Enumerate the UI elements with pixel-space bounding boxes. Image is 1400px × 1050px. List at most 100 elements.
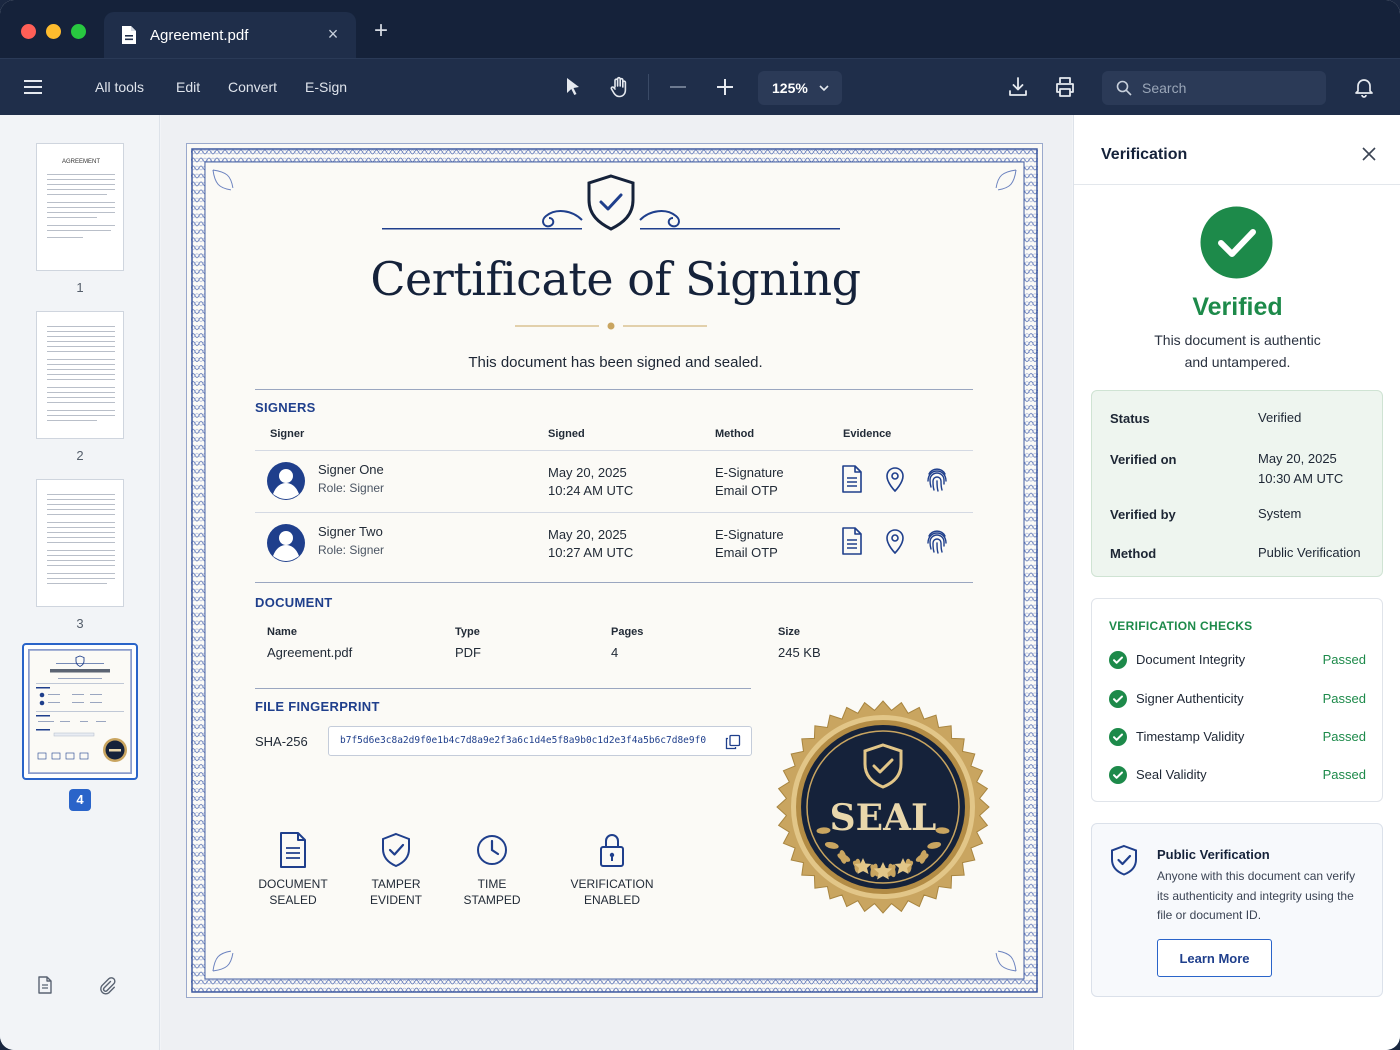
verified-check-icon [1200,206,1273,279]
feature-line1: TIME [477,877,507,891]
menu-all-tools[interactable]: All tools [95,79,144,95]
shield-check-icon [382,832,410,868]
section-rule [255,389,973,390]
thumb-number: 3 [76,616,84,631]
signing-method: E-Signature [715,465,784,480]
print-icon[interactable] [1053,75,1077,99]
zoom-out-icon[interactable] [666,75,690,99]
attachment-paperclip-icon[interactable] [97,975,117,995]
document-evidence-icon[interactable] [840,527,864,555]
page-thumbnail-2[interactable] [36,311,124,439]
menu-edit[interactable]: Edit [176,79,200,95]
col-signed: Signed [548,428,585,440]
signer-name: Signer Two [318,524,383,539]
toolbar: All tools Edit Convert E-Sign 125% [0,58,1400,115]
document-canvas[interactable]: Certificate of Signing This document has… [161,115,1072,1050]
cursor-select-icon[interactable] [561,75,585,99]
download-icon[interactable] [1006,75,1030,99]
section-rule [255,582,973,583]
doc-pages-label: Pages [611,626,644,638]
doc-type-label: Type [455,626,480,638]
thumb-number: 1 [76,280,84,295]
check-circle-icon [1109,728,1127,746]
doc-size-value: 245 KB [778,645,821,660]
signed-time: 10:27 AM UTC [548,545,634,560]
hand-pan-icon[interactable] [607,75,631,99]
check-status: Passed [1322,767,1366,782]
zoom-in-icon[interactable] [713,75,737,99]
status-details-card: Status Verified Verified on May 20, 2025… [1091,390,1383,577]
new-tab-icon[interactable]: + [370,19,392,43]
check-status: Passed [1322,691,1366,706]
signer-role: Role: Signer [318,543,385,557]
doc-pages-value: 4 [611,645,619,660]
public-verification-card: Public Verification Anyone with this doc… [1091,823,1383,997]
signer-name: Signer One [318,462,384,477]
hamburger-menu-icon[interactable] [22,77,44,97]
search-box [1102,71,1326,105]
avatar-icon [267,462,305,500]
hash-label: SHA-256 [255,734,308,749]
feature-line1: VERIFICATION [570,877,654,891]
window-maximize-button[interactable] [71,24,86,39]
certificate-title: Certificate of Signing [370,252,861,306]
menu-e-sign[interactable]: E-Sign [305,79,347,95]
table-rule [255,512,973,513]
bell-notification-icon[interactable] [1352,75,1376,99]
copy-icon[interactable] [725,734,741,750]
feature-time-stamped: TIME STAMPED [437,832,547,908]
feature-line2: STAMPED [463,893,521,907]
public-verification-title: Public Verification [1157,847,1270,862]
search-input[interactable] [1142,71,1317,105]
check-status: Passed [1322,729,1366,744]
hash-field[interactable]: b7f5d6e3c8a2d9f0e1b4c7d8a9e2f3a6c1d4e5f8… [328,726,752,756]
location-pin-icon[interactable] [883,465,907,493]
document-evidence-icon[interactable] [840,465,864,493]
chevron-down-icon [819,85,829,92]
signing-method-detail: Email OTP [715,545,778,560]
feature-line2: SEALED [269,893,317,907]
fingerprint-icon[interactable] [925,465,949,493]
verified-desc-line2: and untampered. [1184,354,1291,370]
window-close-button[interactable] [21,24,36,39]
table-rule [255,450,973,451]
tab-title: Agreement.pdf [150,26,249,44]
fingerprint-icon[interactable] [925,527,949,555]
title-bar: Agreement.pdf × + [0,0,1400,58]
page-list-icon[interactable] [35,975,55,995]
feature-tamper-evident: TAMPER EVIDENT [341,832,451,908]
close-icon[interactable] [1361,146,1377,162]
verification-checks-card: VERIFICATION CHECKS Document Integrity P… [1091,598,1383,802]
check-status: Passed [1322,652,1366,667]
col-method: Method [715,428,755,440]
document-heading: DOCUMENT [255,595,333,610]
zoom-value: 125% [772,80,808,96]
location-pin-icon[interactable] [883,527,907,555]
verified-desc-line1: This document is authentic [1154,332,1321,348]
learn-more-button[interactable]: Learn More [1157,939,1272,977]
window-minimize-button[interactable] [46,24,61,39]
active-page-badge: 4 [69,789,91,811]
detail-key: Status [1110,411,1150,426]
page-thumbnail-3[interactable] [36,479,124,607]
menu-convert[interactable]: Convert [228,79,277,95]
page-thumbnail-1[interactable]: AGREEMENT [36,143,124,271]
certificate-thumbnail-preview [27,648,133,775]
toolbar-divider [648,74,649,100]
clock-icon [477,835,507,865]
tab-close-icon[interactable]: × [324,25,342,43]
signer-role: Role: Signer [318,481,385,495]
zoom-select[interactable]: 125% [758,71,842,105]
detail-value: System [1258,506,1302,521]
fingerprint-heading: FILE FINGERPRINT [255,699,380,714]
check-circle-icon [1109,651,1127,669]
section-rule [255,688,751,689]
check-label: Signer Authenticity [1136,691,1244,706]
detail-key: Method [1110,546,1157,561]
title-divider [515,322,707,330]
avatar-icon [267,524,305,562]
page-thumbnail-4[interactable] [22,643,138,780]
tab-agreement[interactable]: Agreement.pdf × [104,12,356,58]
certificate-page: Certificate of Signing This document has… [186,143,1043,998]
check-circle-icon [1109,690,1127,708]
